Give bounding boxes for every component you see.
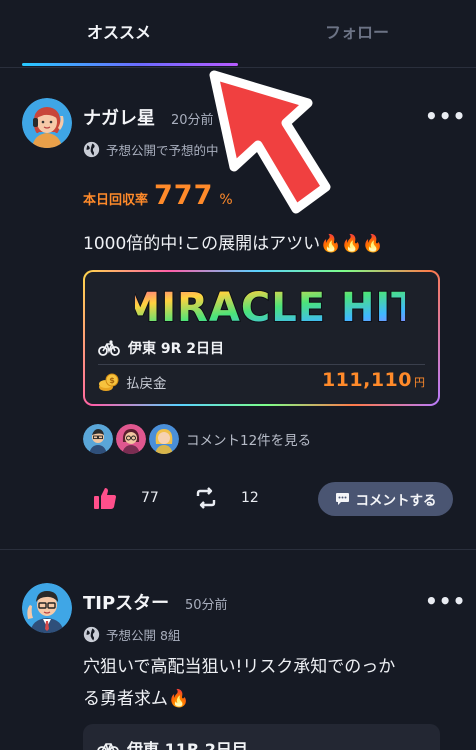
globe-icon <box>83 626 100 643</box>
post-time: 50分前 <box>185 598 228 613</box>
return-rate-label: 本日回収率 <box>83 193 149 208</box>
post-text-line-1: 穴狙いで高配当狙い!リスク承知でのっか <box>83 657 396 677</box>
like-count: 77 <box>141 490 159 506</box>
commenter-avatar <box>83 424 113 454</box>
payout-label-row: $ 払戻金 <box>98 372 167 392</box>
repost-count: 12 <box>241 490 259 506</box>
payout-amount-unit: 円 <box>414 376 425 389</box>
avatar[interactable] <box>22 583 72 633</box>
miracle-hit-text: MIRACLE HIT <box>135 285 405 331</box>
comments-preview[interactable]: コメント12件を見る <box>83 424 311 454</box>
comment-button-label: コメントする <box>355 493 437 509</box>
race-info: 伊東 11R 2日目 <box>97 736 248 750</box>
globe-icon <box>83 141 100 158</box>
view-comments-link[interactable]: コメント12件を見る <box>186 429 311 449</box>
miracle-hit-badge: MIRACLE HIT <box>135 284 405 331</box>
payout-amount-value: 111,110 <box>321 369 412 391</box>
coins-icon: $ <box>99 373 119 391</box>
more-options-icon[interactable]: ••• <box>425 104 466 128</box>
payout-amount: 111,110 円 <box>322 369 425 391</box>
repost-icon[interactable] <box>195 487 217 509</box>
repost-action[interactable]: 12 <box>195 487 259 509</box>
race-label: 伊東 9R 2日目 <box>128 341 225 357</box>
commenter-avatar <box>149 424 179 454</box>
speech-bubble-icon <box>335 493 349 505</box>
like-action[interactable]: 77 <box>93 486 159 510</box>
post-meta: 予想公開 8組 <box>83 625 180 644</box>
bicycle-icon <box>98 340 120 356</box>
payout-label: 払戻金 <box>126 376 167 392</box>
commenter-avatar <box>116 424 146 454</box>
race-info: 伊東 9R 2日目 <box>98 338 224 358</box>
comment-button[interactable]: コメントする <box>318 482 453 516</box>
tab-following[interactable]: フォロー <box>238 0 476 67</box>
thumbs-up-icon[interactable] <box>93 486 117 510</box>
pointer-arrow-icon <box>209 70 331 214</box>
svg-text:$: $ <box>109 376 115 385</box>
user-name[interactable]: ナガレ星 <box>83 104 155 130</box>
result-card[interactable]: 伊東 11R 2日目 <box>83 724 440 750</box>
card-divider <box>98 364 425 365</box>
post-text: 1000倍的中!この展開はアツい🔥🔥🔥 <box>83 234 384 254</box>
feed-post: TIPスター 50分前 ••• 予想公開 8組 穴狙いで高配当狙い!リスク承知で… <box>0 552 476 750</box>
bicycle-icon <box>97 743 119 750</box>
tab-recommended[interactable]: オススメ <box>0 0 238 67</box>
user-name[interactable]: TIPスター <box>83 589 169 615</box>
tab-bar: オススメ フォロー <box>0 0 476 68</box>
race-label: 伊東 11R 2日目 <box>127 740 248 750</box>
more-options-icon[interactable]: ••• <box>425 589 466 613</box>
result-card[interactable]: MIRACLE HIT 伊東 9R 2日目 $ 払戻金 111,110 円 <box>83 270 440 406</box>
post-text-line-2: る勇者求ム🔥 <box>83 689 190 709</box>
avatar[interactable] <box>22 98 72 148</box>
post-meta-text: 予想公開 8組 <box>106 628 181 643</box>
